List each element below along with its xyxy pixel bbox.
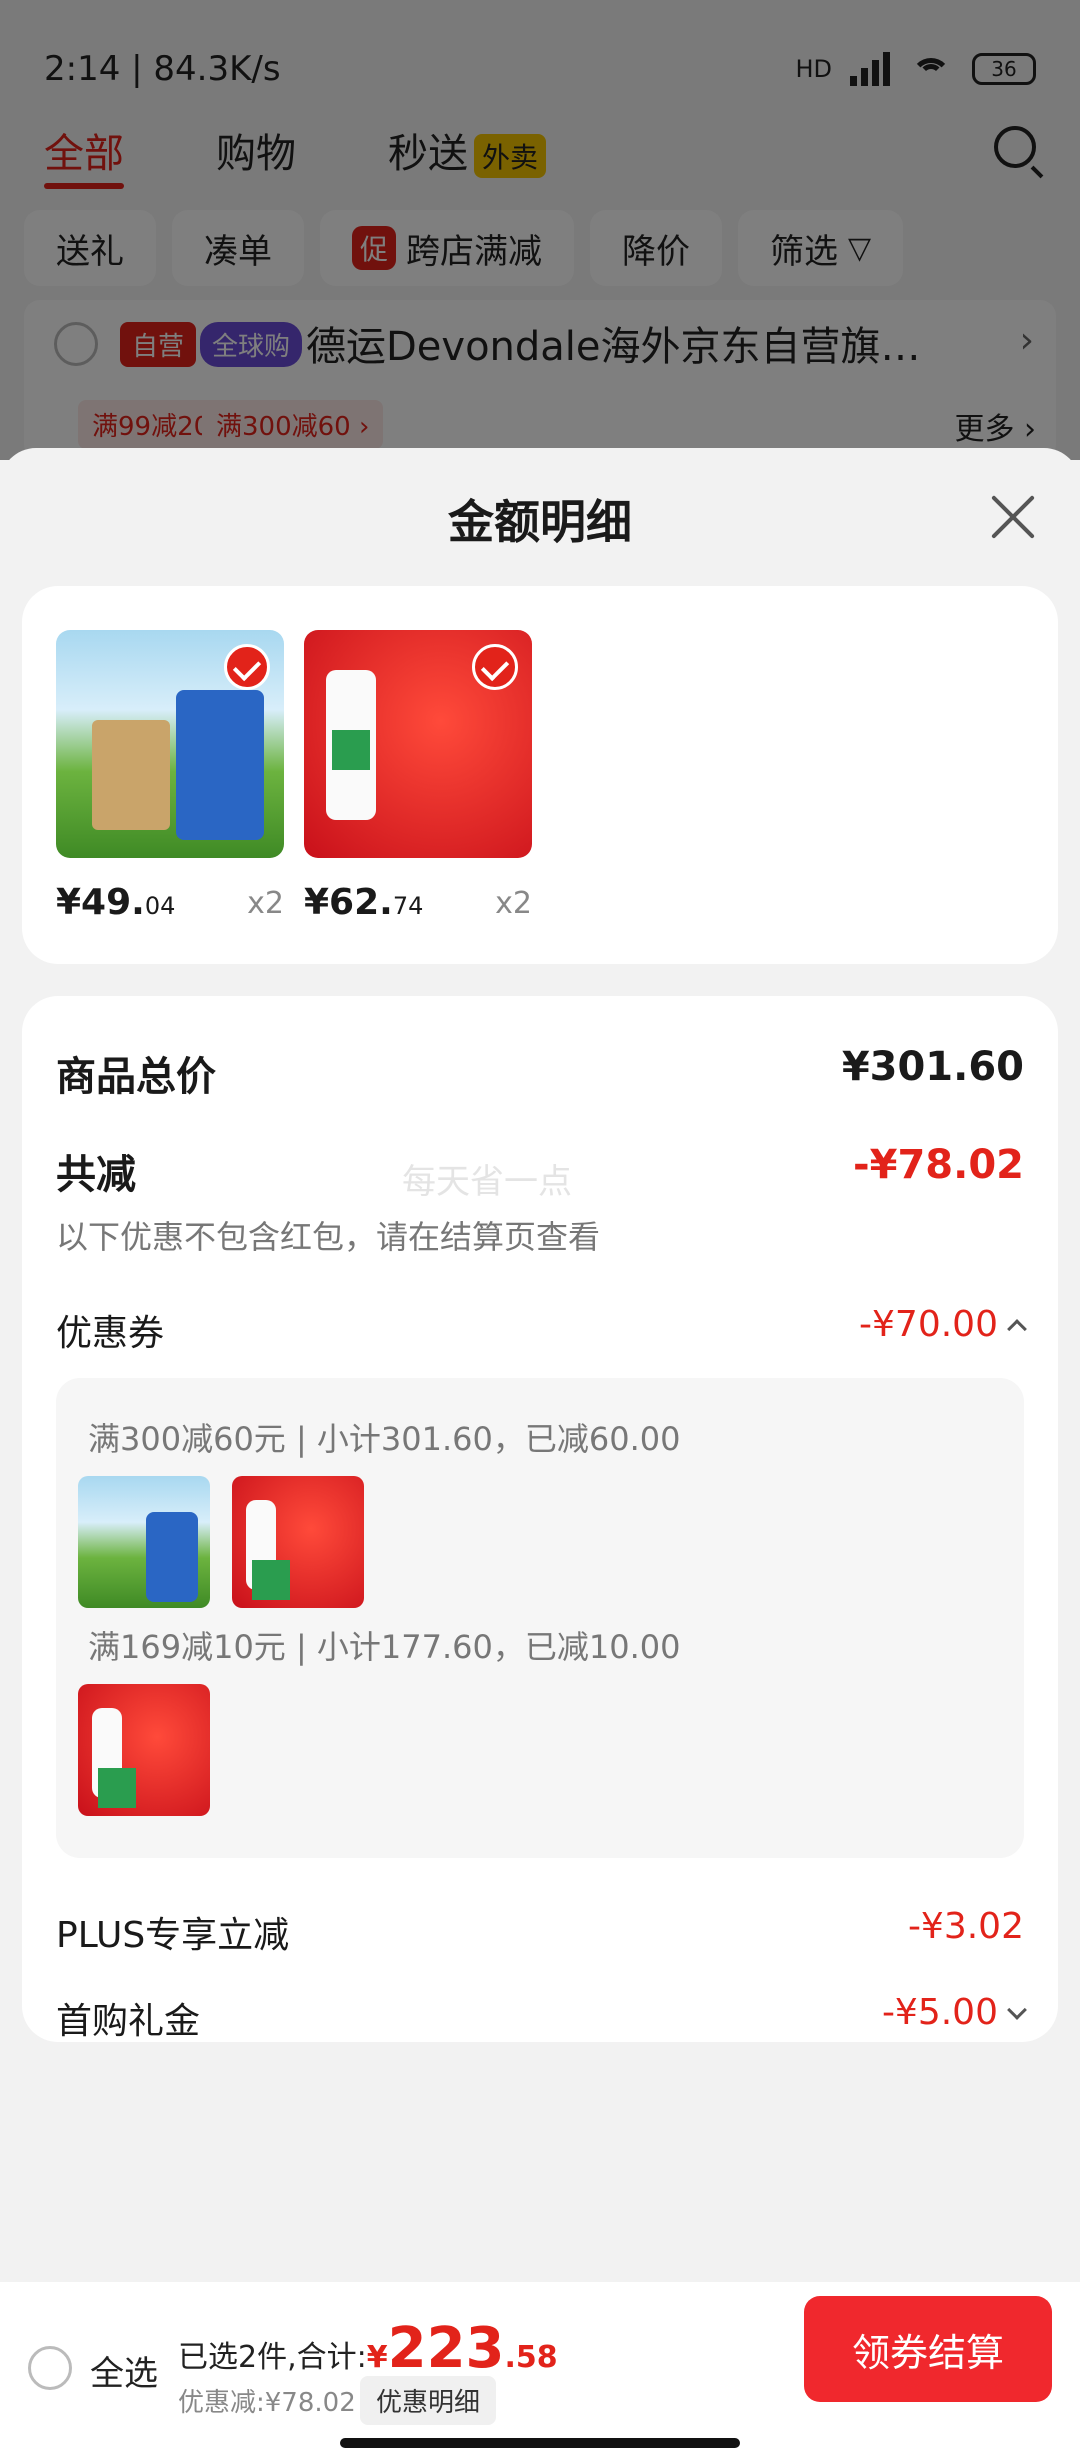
selected-count-text: 已选2件,合计: xyxy=(178,2340,367,2375)
coupon-rule: 满300减60元 | 小计301.60，已减60.00 xyxy=(88,1420,681,1458)
product-thumb-shampoo xyxy=(78,1684,210,1816)
coupon-breakdown: 满300减60元 | 小计301.60，已减60.00 满169减10元 | 小… xyxy=(56,1378,1024,1858)
discount-summary: 优惠减:¥78.02 xyxy=(178,2388,356,2418)
product-item[interactable]: ¥62.74 x2 xyxy=(304,630,532,923)
first-purchase-toggle[interactable]: -¥5.00 xyxy=(881,1992,1027,2033)
plus-discount-label: PLUS专享立减 xyxy=(56,1915,290,1956)
total-integer: 223 xyxy=(387,2316,505,2381)
home-indicator[interactable] xyxy=(340,2438,740,2448)
checked-icon xyxy=(472,644,518,690)
product-item[interactable]: ¥49.04 x2 xyxy=(56,630,284,923)
select-all-label[interactable]: 全选 xyxy=(90,2346,158,2395)
product-quantity: x2 xyxy=(495,886,532,921)
total-label: 商品总价 xyxy=(56,1054,216,1100)
reduction-label: 共减 xyxy=(56,1152,136,1198)
amount-detail-sheet: 金额明细 ¥49.04 x2 ¥62.74 x2 商品总价 ¥301.60 共减… xyxy=(0,448,1080,2460)
checked-icon xyxy=(224,644,270,690)
total-decimal: .58 xyxy=(504,2340,558,2375)
modal-overlay[interactable] xyxy=(0,0,1080,460)
price-decimal: 74 xyxy=(392,892,424,920)
coupon-toggle[interactable]: -¥70.00 xyxy=(859,1304,1027,1345)
coupon-label: 优惠券 xyxy=(56,1313,165,1354)
checkout-bar: 全选 已选2件,合计:¥223.58 优惠减:¥78.02 优惠明细 领券结算 xyxy=(0,2282,1080,2460)
product-thumb-shampoo xyxy=(232,1476,364,1608)
selected-summary: 已选2件,合计:¥223.58 xyxy=(178,2316,558,2381)
product-image-milk xyxy=(56,630,284,858)
discount-detail-button[interactable]: 优惠明细 xyxy=(360,2376,497,2425)
sheet-title: 金额明细 xyxy=(448,495,632,549)
reduction-value: -¥78.02 xyxy=(853,1142,1024,1188)
currency-symbol: ¥ xyxy=(366,2340,388,2375)
price-integer: ¥49. xyxy=(56,882,145,923)
product-quantity: x2 xyxy=(247,886,284,921)
coupon-rule: 满169减10元 | 小计177.60，已减10.00 xyxy=(88,1628,681,1666)
checkout-label: 领券结算 xyxy=(851,2330,1004,2375)
first-purchase-label: 首购礼金 xyxy=(56,2001,201,2042)
select-all-radio[interactable] xyxy=(28,2346,72,2390)
close-icon[interactable] xyxy=(988,492,1038,542)
chevron-up-icon xyxy=(1007,1319,1027,1339)
watermark-text: 每天省一点 xyxy=(402,1162,572,1202)
coupon-value: -¥70.00 xyxy=(859,1304,998,1345)
checkout-button[interactable]: 领券结算 xyxy=(804,2296,1052,2402)
product-price: ¥62.74 xyxy=(304,882,423,923)
price-integer: ¥62. xyxy=(304,882,393,923)
price-detail-card: 商品总价 ¥301.60 共减 每天省一点 -¥78.02 以下优惠不包含红包，… xyxy=(22,996,1058,2042)
chevron-down-icon xyxy=(1007,2000,1027,2020)
reduction-note: 以下优惠不包含红包，请在结算页查看 xyxy=(56,1218,601,1256)
plus-discount-value: -¥3.02 xyxy=(907,1906,1024,1947)
product-price: ¥49.04 xyxy=(56,882,175,923)
first-purchase-value: -¥5.00 xyxy=(881,1992,998,2033)
selected-products-card: ¥49.04 x2 ¥62.74 x2 xyxy=(22,586,1058,964)
total-price: ¥223.58 xyxy=(366,2316,558,2381)
total-value: ¥301.60 xyxy=(841,1044,1024,1090)
product-image-shampoo xyxy=(304,630,532,858)
price-decimal: 04 xyxy=(144,892,176,920)
product-thumb-milk xyxy=(78,1476,210,1608)
